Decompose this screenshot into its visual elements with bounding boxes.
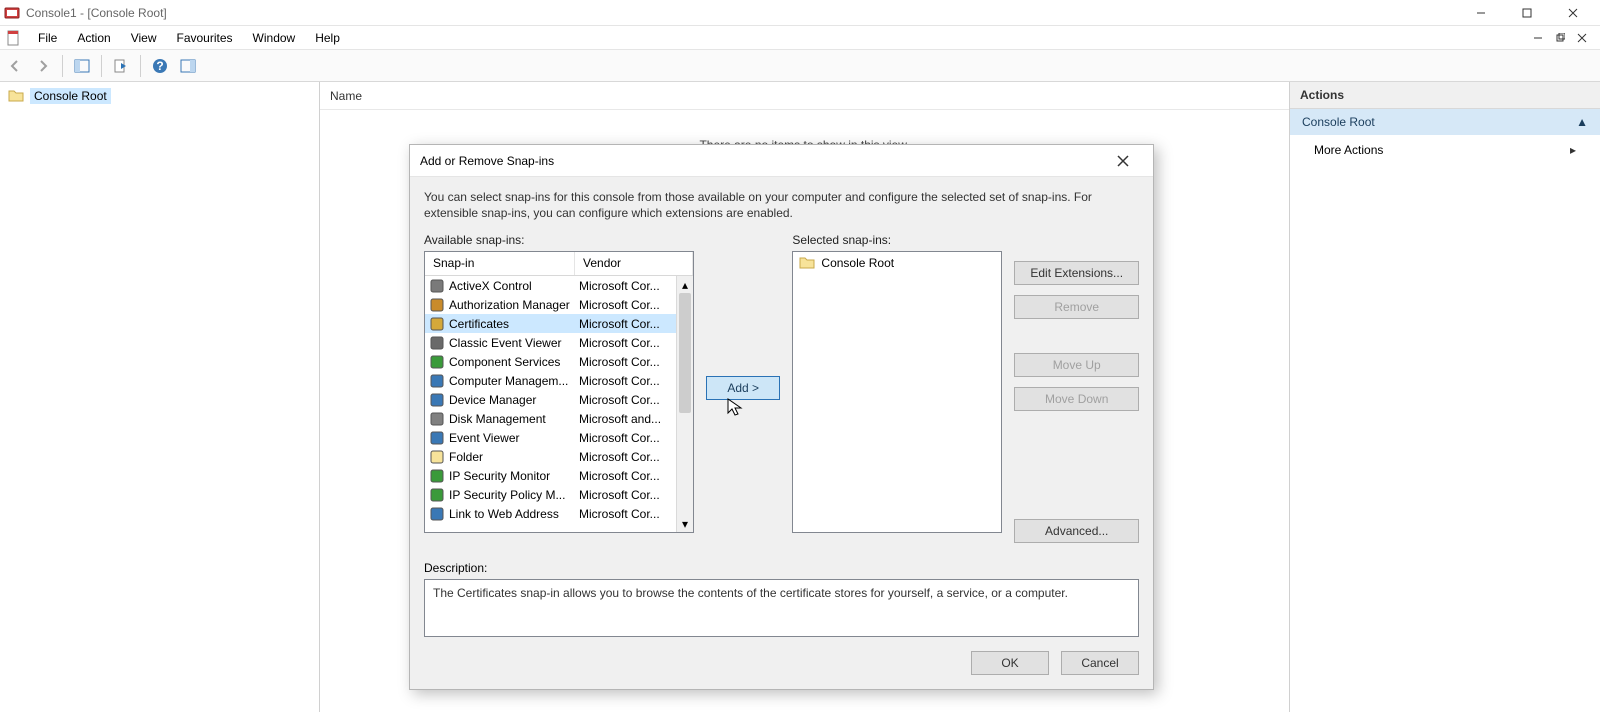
snapin-row[interactable]: ActiveX ControlMicrosoft Cor...	[425, 276, 676, 295]
snapin-icon	[429, 449, 445, 465]
snapin-name: Link to Web Address	[449, 507, 579, 521]
dialog-intro-text: You can select snap-ins for this console…	[424, 189, 1139, 221]
snapin-name: Authorization Manager	[449, 298, 579, 312]
scroll-up-button[interactable]: ▴	[677, 276, 693, 293]
snapin-name: Device Manager	[449, 393, 579, 407]
move-up-label: Move Up	[1053, 358, 1101, 372]
snapin-name: Classic Event Viewer	[449, 336, 579, 350]
scroll-track[interactable]	[677, 293, 693, 515]
snapin-name: Component Services	[449, 355, 579, 369]
snapin-row[interactable]: Device ManagerMicrosoft Cor...	[425, 390, 676, 409]
selected-item-console-root[interactable]: Console Root	[795, 254, 999, 272]
move-up-button[interactable]: Move Up	[1014, 353, 1139, 377]
snapin-vendor: Microsoft Cor...	[579, 374, 672, 388]
snapin-name: IP Security Monitor	[449, 469, 579, 483]
snapin-vendor: Microsoft Cor...	[579, 469, 672, 483]
description-label: Description:	[424, 561, 1139, 575]
snapin-icon	[429, 430, 445, 446]
edit-extensions-button[interactable]: Edit Extensions...	[1014, 261, 1139, 285]
cancel-label: Cancel	[1081, 656, 1118, 670]
column-header-vendor[interactable]: Vendor	[575, 252, 693, 275]
description-box: The Certificates snap-in allows you to b…	[424, 579, 1139, 637]
column-header-snapin[interactable]: Snap-in	[425, 252, 575, 275]
snapin-vendor: Microsoft Cor...	[579, 355, 672, 369]
snapin-row[interactable]: Link to Web AddressMicrosoft Cor...	[425, 504, 676, 523]
available-snapins-label: Available snap-ins:	[424, 233, 694, 247]
scroll-thumb[interactable]	[679, 293, 691, 413]
snapin-vendor: Microsoft Cor...	[579, 279, 672, 293]
cancel-button[interactable]: Cancel	[1061, 651, 1139, 675]
add-button-label: Add >	[727, 381, 759, 395]
advanced-button[interactable]: Advanced...	[1014, 519, 1139, 543]
ok-button[interactable]: OK	[971, 651, 1049, 675]
add-remove-snapins-dialog: Add or Remove Snap-ins You can select sn…	[409, 144, 1154, 690]
snapin-icon	[429, 487, 445, 503]
snapin-icon	[429, 468, 445, 484]
snapin-name: ActiveX Control	[449, 279, 579, 293]
folder-icon	[799, 255, 815, 271]
snapin-icon	[429, 373, 445, 389]
add-button[interactable]: Add >	[706, 376, 780, 400]
selected-item-label: Console Root	[821, 256, 894, 270]
snapin-row[interactable]: IP Security Policy M...Microsoft Cor...	[425, 485, 676, 504]
move-down-label: Move Down	[1045, 392, 1108, 406]
dialog-title: Add or Remove Snap-ins	[420, 154, 554, 168]
close-icon	[1117, 155, 1129, 167]
remove-button[interactable]: Remove	[1014, 295, 1139, 319]
snapin-name: Disk Management	[449, 412, 579, 426]
snapin-vendor: Microsoft Cor...	[579, 317, 672, 331]
snapin-icon	[429, 316, 445, 332]
modal-overlay: Add or Remove Snap-ins You can select sn…	[0, 0, 1600, 712]
advanced-label: Advanced...	[1045, 524, 1108, 538]
edit-extensions-label: Edit Extensions...	[1030, 266, 1123, 280]
move-down-button[interactable]: Move Down	[1014, 387, 1139, 411]
selected-snapins-label: Selected snap-ins:	[792, 233, 1002, 247]
snapin-vendor: Microsoft Cor...	[579, 507, 672, 521]
snapin-vendor: Microsoft Cor...	[579, 336, 672, 350]
snapin-icon	[429, 354, 445, 370]
snapin-row[interactable]: Component ServicesMicrosoft Cor...	[425, 352, 676, 371]
dialog-titlebar[interactable]: Add or Remove Snap-ins	[410, 145, 1153, 177]
available-snapins-list[interactable]: Snap-in Vendor ActiveX ControlMicrosoft …	[424, 251, 694, 533]
snapin-vendor: Microsoft Cor...	[579, 431, 672, 445]
snapin-vendor: Microsoft and...	[579, 412, 672, 426]
remove-label: Remove	[1054, 300, 1099, 314]
snapin-row[interactable]: IP Security MonitorMicrosoft Cor...	[425, 466, 676, 485]
snapin-icon	[429, 297, 445, 313]
snapin-name: Event Viewer	[449, 431, 579, 445]
snapin-icon	[429, 278, 445, 294]
snapin-row[interactable]: Event ViewerMicrosoft Cor...	[425, 428, 676, 447]
snapin-icon	[429, 411, 445, 427]
snapin-row[interactable]: FolderMicrosoft Cor...	[425, 447, 676, 466]
scrollbar[interactable]: ▴ ▾	[676, 276, 693, 532]
scroll-down-button[interactable]: ▾	[677, 515, 693, 532]
description-text: The Certificates snap-in allows you to b…	[433, 586, 1068, 600]
snapin-icon	[429, 506, 445, 522]
snapin-name: Certificates	[449, 317, 579, 331]
snapin-row[interactable]: CertificatesMicrosoft Cor...	[425, 314, 676, 333]
snapin-name: IP Security Policy M...	[449, 488, 579, 502]
snapin-row[interactable]: Disk ManagementMicrosoft and...	[425, 409, 676, 428]
snapin-vendor: Microsoft Cor...	[579, 450, 672, 464]
selected-snapins-list[interactable]: Console Root	[792, 251, 1002, 533]
snapin-row[interactable]: Computer Managem...Microsoft Cor...	[425, 371, 676, 390]
dialog-close-button[interactable]	[1103, 147, 1143, 175]
snapin-vendor: Microsoft Cor...	[579, 488, 672, 502]
ok-label: OK	[1001, 656, 1018, 670]
snapin-icon	[429, 392, 445, 408]
snapin-icon	[429, 335, 445, 351]
snapin-vendor: Microsoft Cor...	[579, 393, 672, 407]
snapin-name: Folder	[449, 450, 579, 464]
snapin-name: Computer Managem...	[449, 374, 579, 388]
snapin-vendor: Microsoft Cor...	[579, 298, 672, 312]
snapin-row[interactable]: Authorization ManagerMicrosoft Cor...	[425, 295, 676, 314]
snapin-row[interactable]: Classic Event ViewerMicrosoft Cor...	[425, 333, 676, 352]
